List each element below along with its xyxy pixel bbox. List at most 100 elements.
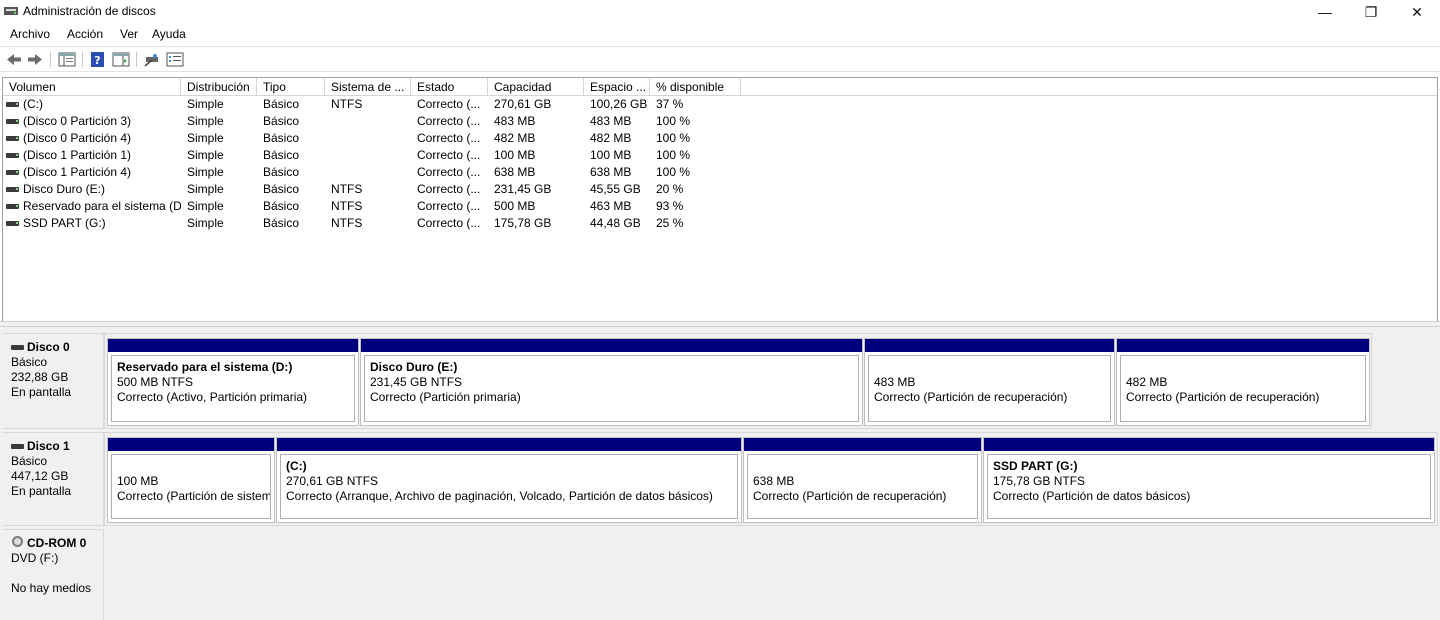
disk-row-1: Disco 1 Básico 447,12 GB En pantalla 100… (2, 432, 1438, 526)
partition-status: Correcto (Partición de recuperación) (874, 390, 1068, 404)
partition-title (753, 459, 977, 474)
partition-title (874, 360, 1110, 375)
partition-recovery-0-4[interactable]: 482 MB Correcto (Partición de recuperaci… (1116, 338, 1370, 426)
menu-bar: Archivo Acción Ver Ayuda (0, 24, 1440, 46)
cell-sistema: NTFS (331, 97, 363, 111)
table-row[interactable]: (Disco 0 Partición 3) Simple Básico Correct… (3, 113, 1437, 130)
partition-c[interactable]: (C:) 270,61 GB NTFS Correcto (Arranque, … (276, 437, 742, 523)
minimize-button[interactable]: — (1302, 0, 1348, 24)
cell-espacio: 100 MB (590, 148, 632, 162)
cell-porcentaje: 93 % (656, 199, 684, 213)
cell-volumen: Reservado para el sistema (D:) (23, 199, 181, 213)
disk-icon (11, 345, 24, 350)
partition-bar (108, 438, 274, 451)
cell-espacio: 100,26 GB (590, 97, 648, 111)
toolbar: ? (0, 46, 1440, 72)
help-icon[interactable]: ? (89, 51, 107, 68)
cell-porcentaje: 100 % (656, 131, 691, 145)
table-row[interactable]: (Disco 0 Partición 4) Simple Básico Correct… (3, 130, 1437, 147)
cell-porcentaje: 100 % (656, 165, 691, 179)
cell-porcentaje: 25 % (656, 216, 684, 230)
cell-capacidad: 483 MB (494, 114, 536, 128)
partition-e[interactable]: Disco Duro (E:) 231,45 GB NTFS Correcto … (360, 338, 863, 426)
volume-icon (6, 187, 19, 192)
partition-g[interactable]: SSD PART (G:) 175,78 GB NTFS Correcto (P… (983, 437, 1435, 523)
cell-volumen: (Disco 0 Partición 3) (23, 114, 132, 128)
menu-archivo[interactable]: Archivo (10, 27, 50, 41)
cell-sistema (331, 113, 411, 130)
connect-icon[interactable] (143, 51, 161, 68)
forward-icon[interactable] (26, 51, 44, 68)
cell-espacio: 483 MB (590, 114, 632, 128)
column-header-porcentaje[interactable]: % disponible (650, 78, 741, 96)
disk-0-label[interactable]: Disco 0 Básico 232,88 GB En pantalla (2, 333, 104, 429)
partition-status: Correcto (Partición de datos básicos) (993, 489, 1191, 503)
cell-estado: Correcto (... (417, 216, 481, 230)
cell-distribucion: Simple (187, 131, 224, 145)
cell-capacidad: 175,78 GB (494, 216, 552, 230)
disk-1-label[interactable]: Disco 1 Básico 447,12 GB En pantalla (2, 432, 104, 526)
column-header-estado[interactable]: Estado (411, 78, 488, 96)
column-header-espacio[interactable]: Espacio ... (584, 78, 650, 96)
cell-tipo: Básico (263, 97, 300, 111)
cell-estado: Correcto (... (417, 165, 481, 179)
table-row[interactable]: (Disco 1 Partición 4) Simple Básico Correct… (3, 164, 1437, 181)
back-icon[interactable] (5, 51, 23, 68)
cell-espacio: 45,55 GB (590, 182, 641, 196)
maximize-button[interactable]: ❐ (1348, 0, 1394, 24)
table-row[interactable]: Disco Duro (E:) Simple Básico NTFS Correcto … (3, 181, 1437, 198)
window-title: Administración de discos (23, 4, 156, 18)
cell-porcentaje: 100 % (656, 148, 691, 162)
properties-pane-icon[interactable] (112, 51, 130, 68)
cell-espacio: 638 MB (590, 165, 632, 179)
cell-volumen: SSD PART (G:) (23, 216, 106, 230)
cdrom-drive: DVD (F:) (11, 551, 59, 565)
partition-status: Correcto (Partición primaria) (370, 390, 521, 404)
cell-capacidad: 482 MB (494, 131, 536, 145)
column-header-tipo[interactable]: Tipo (257, 78, 325, 96)
menu-ayuda[interactable]: Ayuda (152, 27, 186, 41)
cell-volumen: (Disco 0 Partición 4) (23, 131, 132, 145)
close-button[interactable]: ✕ (1394, 0, 1440, 24)
console-tree-icon[interactable] (58, 51, 76, 68)
disk-0-status: En pantalla (11, 385, 72, 399)
partition-system-1-1[interactable]: 100 MB Correcto (Partición de sistema (107, 437, 275, 523)
table-row[interactable]: Reservado para el sistema (D:) Simple Bási… (3, 198, 1437, 215)
volume-icon (6, 102, 19, 107)
menu-accion[interactable]: Acción (67, 27, 103, 41)
disk-1-type: Básico (11, 454, 48, 468)
column-header-capacidad[interactable]: Capacidad (488, 78, 584, 96)
disk-0-size: 232,88 GB (11, 370, 69, 384)
column-header-distribucion[interactable]: Distribución (181, 78, 257, 96)
column-header-volumen[interactable]: Volumen (3, 78, 181, 96)
partition-status: Correcto (Partición de sistema (117, 489, 271, 503)
partition-size: 270,61 GB NTFS (286, 474, 379, 488)
cdrom-icon (12, 536, 23, 547)
cell-espacio: 482 MB (590, 131, 632, 145)
table-row[interactable]: (Disco 1 Partición 1) Simple Básico Correct… (3, 147, 1437, 164)
volume-icon (6, 153, 19, 158)
cell-porcentaje: 37 % (656, 97, 684, 111)
table-row[interactable]: (C:) Simple Básico NTFS Correcto (... 270,61 … (3, 96, 1437, 113)
cell-sistema: NTFS (331, 199, 363, 213)
table-row[interactable]: SSD PART (G:) Simple Básico NTFS Correcto (.… (3, 215, 1437, 232)
svg-text:?: ? (94, 54, 100, 67)
partition-recovery-1-4[interactable]: 638 MB Correcto (Partición de recuperaci… (743, 437, 982, 523)
cdrom-label[interactable]: CD-ROM 0 DVD (F:) No hay medios (2, 529, 104, 620)
cell-volumen: (Disco 1 Partición 4) (23, 165, 132, 179)
cell-distribucion: Simple (187, 199, 224, 213)
partition-d[interactable]: Reservado para el sistema (D:) 500 MB NT… (107, 338, 359, 426)
partition-bar (1117, 339, 1369, 352)
partition-bar (744, 438, 981, 451)
details-icon[interactable] (166, 51, 184, 68)
toolbar-separator (82, 52, 83, 67)
cell-tipo: Básico (263, 182, 300, 196)
cdrom-status: No hay medios (11, 581, 92, 595)
cell-tipo: Básico (263, 131, 300, 145)
cell-estado: Correcto (... (417, 131, 481, 145)
cell-tipo: Básico (263, 148, 300, 162)
cell-sistema (331, 147, 411, 164)
menu-ver[interactable]: Ver (120, 27, 138, 41)
partition-recovery-0-3[interactable]: 483 MB Correcto (Partición de recuperaci… (864, 338, 1115, 426)
column-header-sistema[interactable]: Sistema de ... (325, 78, 411, 96)
